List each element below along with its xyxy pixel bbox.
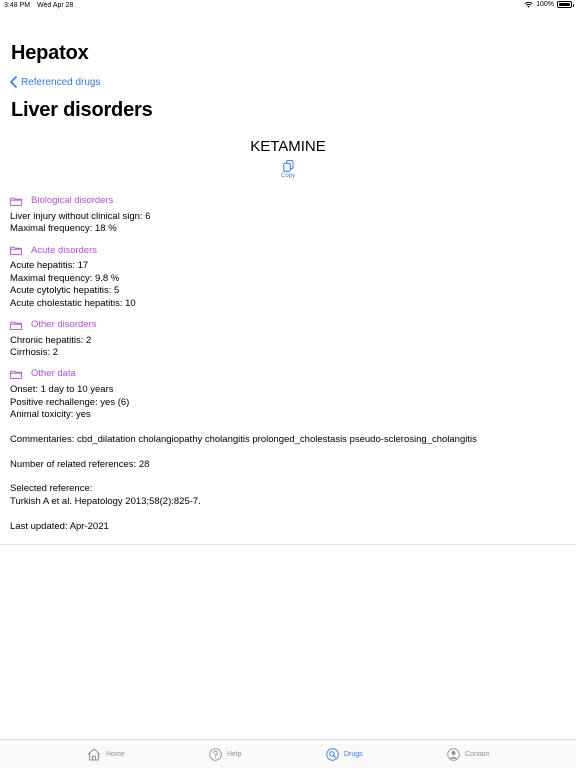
copy-icon [282,160,293,172]
detail-line: Maximal frequency: 18 % [10,223,117,235]
divider [0,544,576,545]
detail-line: Animal toxicity: yes [10,409,91,421]
tab-label: Drugs [344,751,363,758]
detail-line: Acute hepatitis: 17 [10,260,89,272]
drug-details: Biological disorders Liver injury withou… [10,195,566,533]
tab-help[interactable]: Help [209,748,241,761]
section-title: Other data [31,368,76,380]
back-label: Referenced drugs [21,76,101,88]
section-heading-acute: Acute disorders [10,245,566,257]
copy-label: Copy [280,173,295,179]
section-heading-other-data: Other data [10,368,566,380]
section-heading-biological: Biological disorders [10,195,566,207]
selected-reference: Turkish A et al. Hepatology 2013;58(2):8… [10,495,201,507]
detail-line: Positive rechallenge: yes (6) [10,396,130,408]
status-right: 100% [524,1,574,8]
detail-line: Cirrhosis: 2 [10,347,59,359]
related-references-count: Number of related references: 28 [10,458,150,470]
tab-label: Home [106,751,125,758]
commentaries: Commentaries: cbd_dilatation cholangiopa… [10,433,477,445]
section-title: Acute disorders [31,244,98,256]
folder-icon [10,321,22,330]
last-updated: Last updated: Apr-2021 [10,520,109,532]
section-heading-other: Other disorders [10,319,566,331]
tab-label: Help [227,751,242,758]
status-time: 3:48 PM [4,2,31,9]
status-date: Wed Apr 28 [37,2,74,9]
magnifier-circle-icon [326,748,339,761]
wifi-icon [524,1,533,8]
tab-bar: Home Help Drugs Contact [0,739,576,768]
battery-icon [557,1,574,8]
selected-reference-label: Selected reference: [10,483,93,495]
copy-button[interactable]: Copy [272,160,304,179]
person-circle-icon [447,748,460,761]
detail-line: Onset: 1 day to 10 years [10,384,114,396]
folder-icon [10,197,22,206]
tab-contact[interactable]: Contact [447,748,489,761]
detail-line: Maximal frequency: 9.8 % [10,272,120,284]
tab-drugs[interactable]: Drugs [326,748,363,761]
folder-icon [10,247,22,256]
question-circle-icon [209,748,222,761]
folder-icon [10,370,22,380]
section-title: Other disorders [31,318,97,330]
chevron-left-icon [10,76,17,88]
house-icon [87,748,101,761]
detail-line: Acute cholestatic hepatitis: 10 [10,297,136,309]
back-button[interactable]: Referenced drugs [10,76,101,88]
detail-line: Liver injury without clinical sign: 6 [10,210,151,222]
page-title: Liver disorders [11,99,153,121]
drug-name: KETAMINE [250,138,326,155]
detail-line: Chronic hepatitis: 2 [10,334,92,346]
status-bar: 3:48 PM Wed Apr 28 100% [0,0,576,14]
tab-home[interactable]: Home [87,748,125,761]
battery-percent: 100% [536,1,554,8]
detail-line: Acute cytolytic hepatitis: 5 [10,285,120,297]
app-title: Hepatox [11,42,89,64]
section-title: Biological disorders [31,195,114,206]
tab-label: Contact [465,751,490,758]
